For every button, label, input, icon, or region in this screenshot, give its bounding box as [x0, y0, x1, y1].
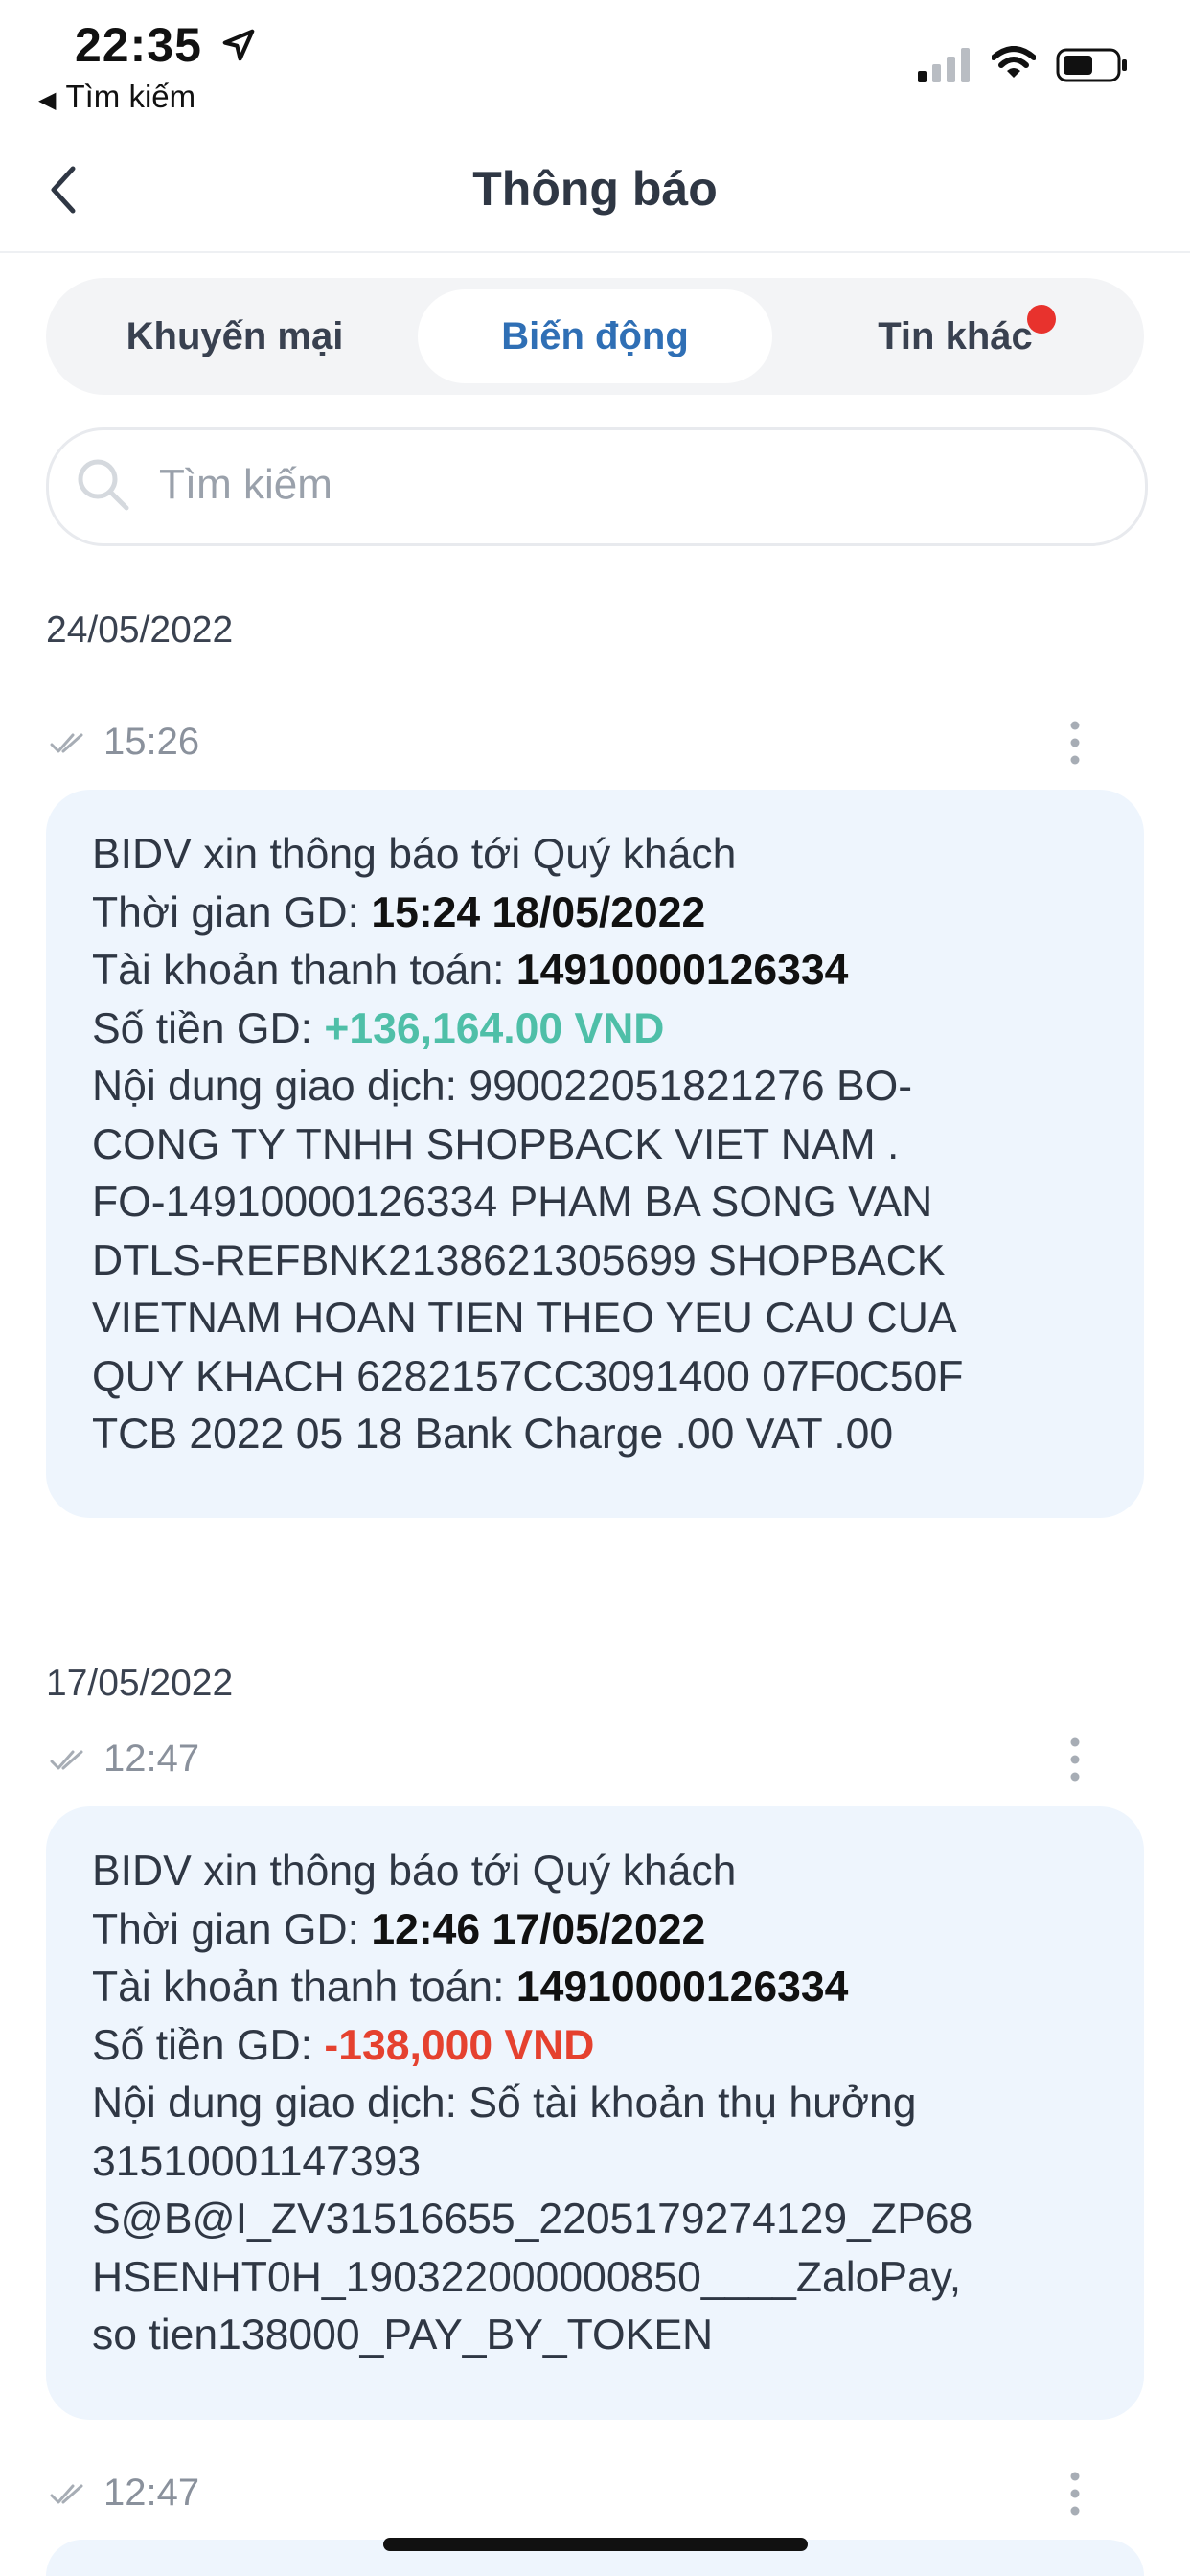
content-line: TCB 2022 05 18 Bank Charge .00 VAT .00 — [92, 1411, 894, 1458]
home-indicator — [383, 2538, 808, 2551]
message-time: 12:47 — [103, 1737, 200, 1780]
date-header: 24/05/2022 — [46, 610, 234, 651]
content-line: CONG TY TNHH SHOPBACK VIET NAM . — [92, 1120, 900, 1168]
date-header: 17/05/2022 — [46, 1663, 234, 1704]
amount-line: Số tiền GD: +136,164.00 VND — [92, 1000, 1117, 1059]
more-options-icon[interactable] — [1056, 1731, 1094, 1788]
message-time: 12:47 — [103, 2472, 200, 2514]
battery-icon — [1056, 48, 1127, 82]
notification-body: BIDV xin thông báo tới Quý khách Thời gi… — [92, 826, 1117, 1464]
account-value: 14910000126334 — [515, 947, 849, 994]
transaction-time-line: Thời gian GD: 12:46 17/05/2022 — [92, 1901, 1117, 1960]
message-time: 15:26 — [103, 721, 200, 763]
account-label: Tài khoản thanh toán: — [92, 1964, 516, 2011]
content-line: 31510001147393 — [92, 2137, 422, 2185]
content-line: so tien138000_PAY_BY_TOKEN — [92, 2312, 714, 2358]
back-app-label: Tìm kiếm — [65, 79, 196, 114]
back-triangle-icon: ◀ — [38, 87, 57, 113]
account-label: Tài khoản thanh toán: — [92, 947, 516, 994]
transaction-time-line: Thời gian GD: 15:24 18/05/2022 — [92, 885, 1117, 943]
status-time: 22:35 — [75, 17, 257, 73]
header-divider — [0, 251, 1190, 253]
content-line: Nội dung giao dịch: 990022051821276 BO- — [92, 1063, 913, 1110]
transaction-time-label: Thời gian GD: — [92, 1905, 372, 1953]
location-arrow-icon — [222, 29, 255, 61]
transaction-time-value: 15:24 18/05/2022 — [371, 888, 706, 936]
amount-value: +136,164.00 VND — [324, 1004, 665, 1052]
greeting-line: BIDV xin thông báo tới Quý khách — [92, 831, 737, 878]
page-title: Thông báo — [472, 162, 718, 216]
notification-card[interactable]: BIDV xin thông báo tới Quý khách Thời gi… — [46, 790, 1144, 1518]
content-line: VIETNAM HOAN TIEN THEO YEU CAU CUA — [92, 1295, 957, 1342]
account-value: 14910000126334 — [515, 1964, 849, 2011]
tab-tin-khac[interactable]: Tin khác — [778, 289, 1133, 383]
amount-label: Số tiền GD: — [92, 2021, 325, 2069]
transaction-time-label: Thời gian GD: — [92, 888, 372, 936]
double-check-icon — [50, 733, 83, 753]
double-check-icon — [50, 2484, 83, 2504]
amount-line: Số tiền GD: -138,000 VND — [92, 2017, 1117, 2076]
more-options-icon[interactable] — [1056, 2465, 1094, 2522]
account-line: Tài khoản thanh toán: 14910000126334 — [92, 942, 1117, 1000]
transaction-time-value: 12:46 17/05/2022 — [371, 1905, 706, 1953]
tab-bien-dong[interactable]: Biến động — [418, 289, 772, 383]
wifi-icon — [992, 46, 1036, 78]
search-input[interactable] — [159, 458, 1098, 512]
amount-label: Số tiền GD: — [92, 1004, 325, 1052]
content-line: DTLS-REFBNK2138621305699 SHOPBACK — [92, 1236, 946, 1284]
content-line: QUY KHACH 6282157CC3091400 07F0C50F — [92, 1352, 964, 1400]
account-line: Tài khoản thanh toán: 14910000126334 — [92, 1959, 1117, 2017]
segmented-tabs: Khuyến mại Biến động Tin khác — [46, 278, 1144, 395]
notification-card[interactable]: BIDV xin thông báo tới Quý khách Thời gi… — [46, 1806, 1144, 2420]
amount-value: -138,000 VND — [324, 2021, 595, 2069]
cellular-signal-icon — [918, 48, 970, 82]
unread-badge — [1027, 305, 1056, 334]
back-to-app-link[interactable]: ◀ Tìm kiếm — [38, 79, 195, 115]
status-time-text: 22:35 — [75, 18, 202, 72]
content-line: HSENHT0H_190322000000850____ZaloPay, — [92, 2253, 962, 2301]
tab-khuyen-mai[interactable]: Khuyến mại — [57, 289, 412, 383]
greeting-line: BIDV xin thông báo tới Quý khách — [92, 1848, 737, 1895]
search-icon — [78, 459, 129, 511]
double-check-icon — [50, 1750, 83, 1770]
content-line: FO-14910000126334 PHAM BA SONG VAN — [92, 1179, 933, 1226]
content-line: S@B@I_ZV31516655_2205179274129_ZP68 — [92, 2196, 973, 2242]
content-line: Nội dung giao dịch: Số tài khoản thụ hưở… — [92, 2080, 917, 2127]
notification-body: BIDV xin thông báo tới Quý khách Thời gi… — [92, 1843, 1117, 2365]
more-options-icon[interactable] — [1056, 714, 1094, 771]
